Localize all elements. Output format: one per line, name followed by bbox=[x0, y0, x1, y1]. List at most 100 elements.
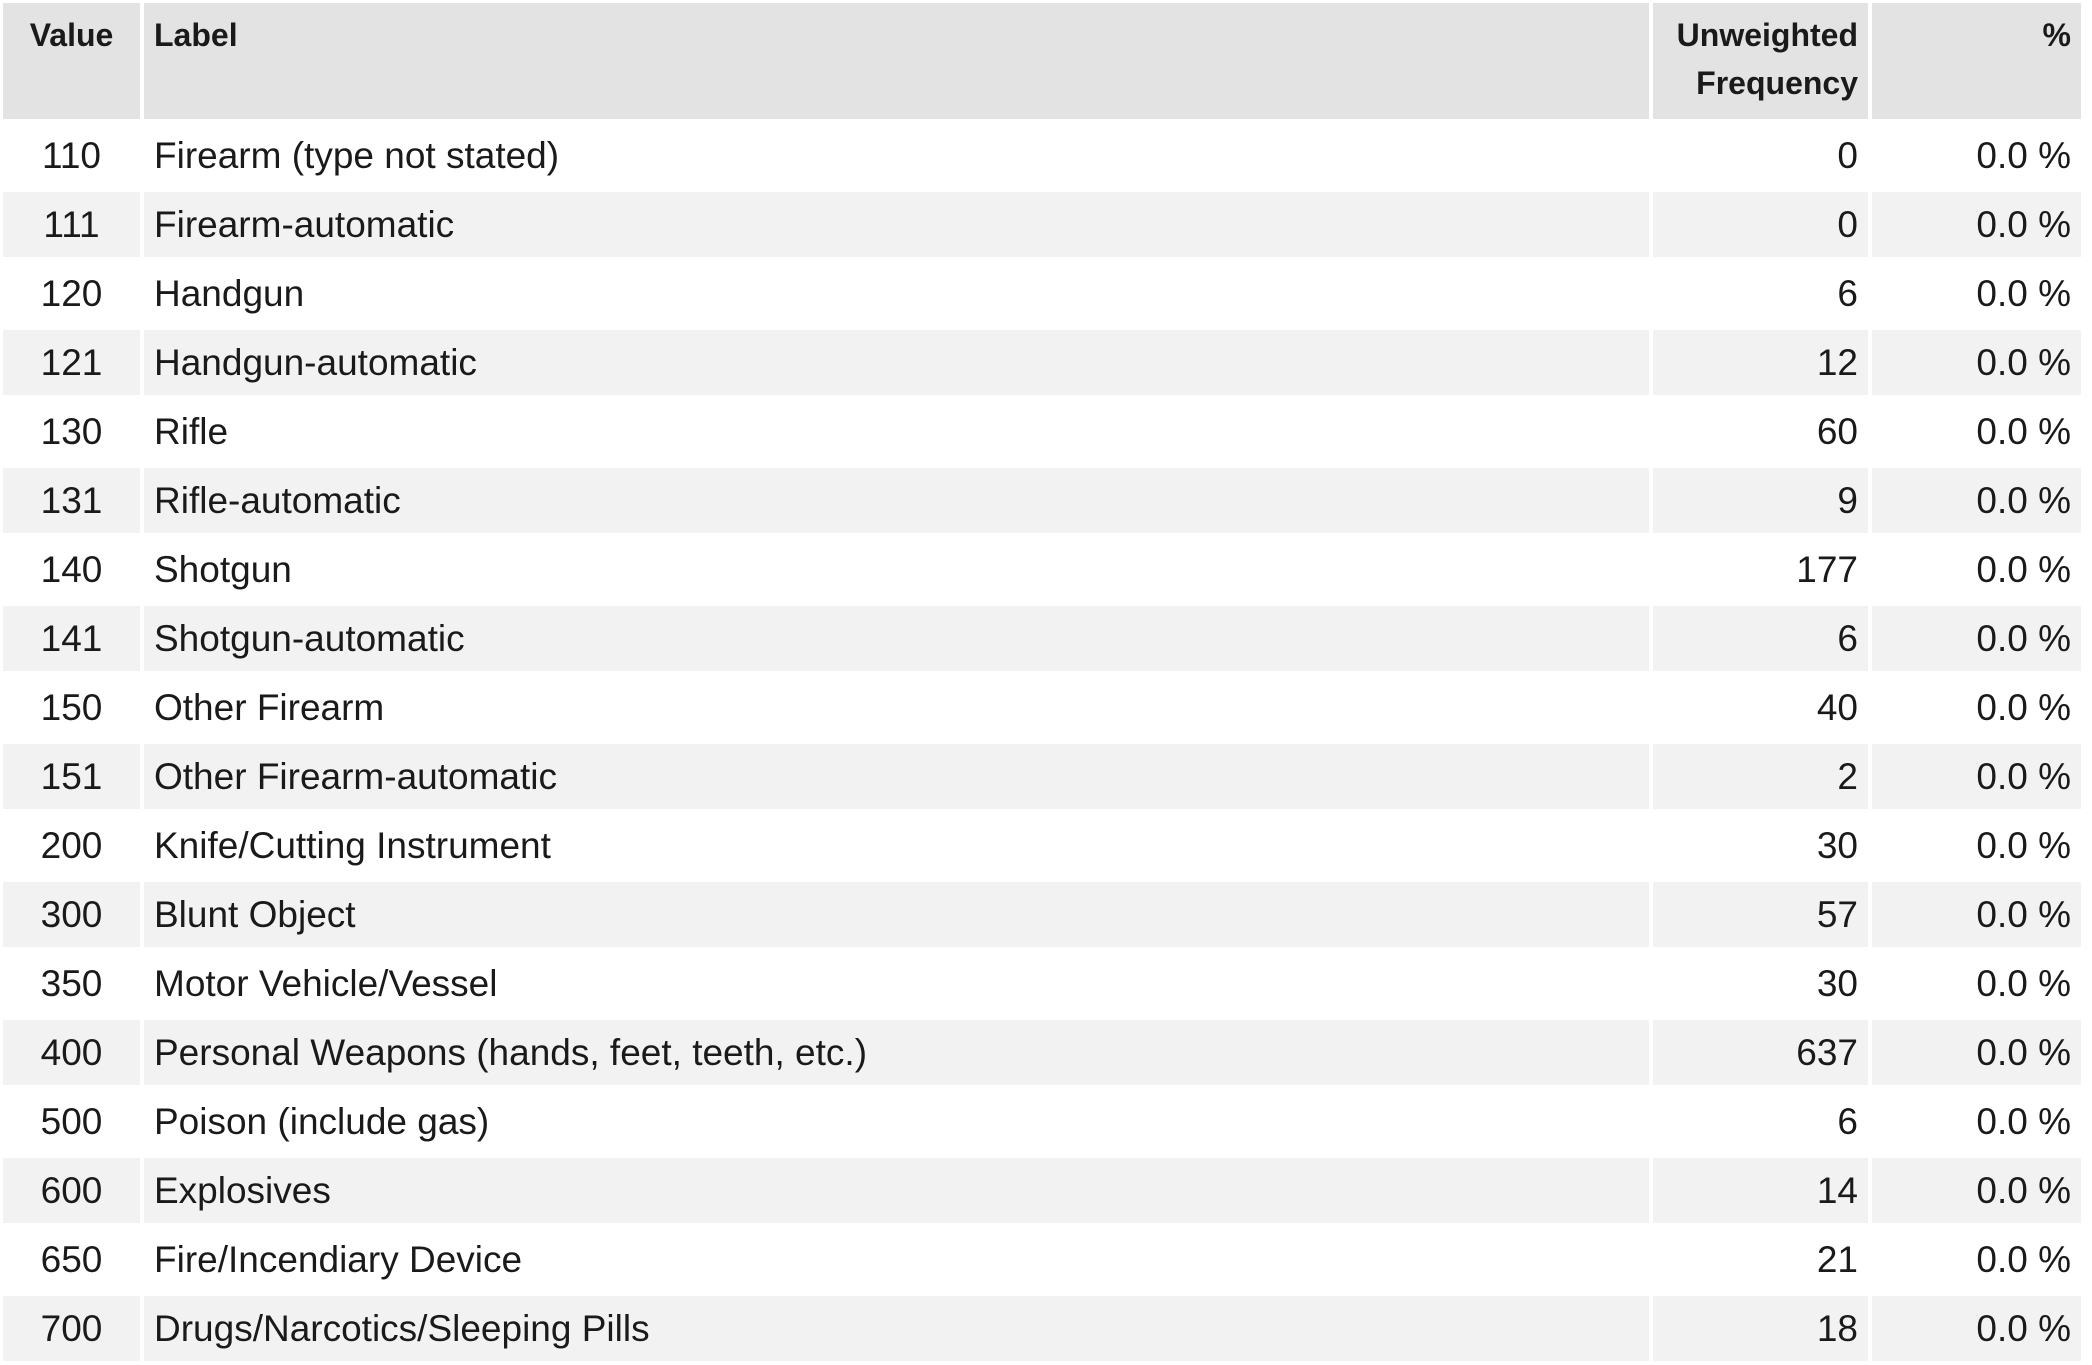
percent-cell: 0.0 % bbox=[1872, 1020, 2081, 1085]
frequency-table: Value Label Unweighted Frequency % 110 Fir… bbox=[0, 0, 2085, 1365]
table-row: 131 Rifle-automatic 9 0.0 % bbox=[3, 468, 2081, 533]
table-row: 111 Firearm-automatic 0 0.0 % bbox=[3, 192, 2081, 257]
label-cell: Shotgun bbox=[144, 537, 1649, 602]
label-cell: Personal Weapons (hands, feet, teeth, et… bbox=[144, 1020, 1649, 1085]
table-row: 150 Other Firearm 40 0.0 % bbox=[3, 675, 2081, 740]
percent-cell: 0.0 % bbox=[1872, 1089, 2081, 1154]
percent-cell: 0.0 % bbox=[1872, 330, 2081, 395]
label-cell: Firearm (type not stated) bbox=[144, 123, 1649, 188]
header-percent: % bbox=[1872, 3, 2081, 119]
label-cell: Blunt Object bbox=[144, 882, 1649, 947]
label-cell: Poison (include gas) bbox=[144, 1089, 1649, 1154]
table-row: 400 Personal Weapons (hands, feet, teeth,… bbox=[3, 1020, 2081, 1085]
label-cell: Shotgun-automatic bbox=[144, 606, 1649, 671]
table-row: 121 Handgun-automatic 12 0.0 % bbox=[3, 330, 2081, 395]
value-cell: 141 bbox=[3, 606, 140, 671]
header-row: Value Label Unweighted Frequency % bbox=[3, 3, 2081, 119]
value-cell: 500 bbox=[3, 1089, 140, 1154]
header-value: Value bbox=[3, 3, 140, 119]
frequency-cell: 9 bbox=[1653, 468, 1868, 533]
value-cell: 600 bbox=[3, 1158, 140, 1223]
percent-cell: 0.0 % bbox=[1872, 1227, 2081, 1292]
frequency-cell: 6 bbox=[1653, 261, 1868, 326]
table-row: 151 Other Firearm-automatic 2 0.0 % bbox=[3, 744, 2081, 809]
value-cell: 120 bbox=[3, 261, 140, 326]
table-row: 120 Handgun 6 0.0 % bbox=[3, 261, 2081, 326]
percent-cell: 0.0 % bbox=[1872, 192, 2081, 257]
frequency-cell: 6 bbox=[1653, 606, 1868, 671]
frequency-cell: 0 bbox=[1653, 192, 1868, 257]
frequency-cell: 57 bbox=[1653, 882, 1868, 947]
frequency-cell: 177 bbox=[1653, 537, 1868, 602]
header-label: Label bbox=[144, 3, 1649, 119]
header-frequency: Unweighted Frequency bbox=[1653, 3, 1868, 119]
table-row: 141 Shotgun-automatic 6 0.0 % bbox=[3, 606, 2081, 671]
label-cell: Explosives bbox=[144, 1158, 1649, 1223]
percent-cell: 0.0 % bbox=[1872, 1158, 2081, 1223]
header-frequency-line1: Unweighted bbox=[1676, 17, 1858, 53]
label-cell: Firearm-automatic bbox=[144, 192, 1649, 257]
percent-cell: 0.0 % bbox=[1872, 468, 2081, 533]
value-cell: 121 bbox=[3, 330, 140, 395]
label-cell: Rifle-automatic bbox=[144, 468, 1649, 533]
value-cell: 110 bbox=[3, 123, 140, 188]
value-cell: 650 bbox=[3, 1227, 140, 1292]
frequency-cell: 18 bbox=[1653, 1296, 1868, 1361]
label-cell: Rifle bbox=[144, 399, 1649, 464]
frequency-cell: 637 bbox=[1653, 1020, 1868, 1085]
table-row: 200 Knife/Cutting Instrument 30 0.0 % bbox=[3, 813, 2081, 878]
percent-cell: 0.0 % bbox=[1872, 675, 2081, 740]
frequency-cell: 0 bbox=[1653, 123, 1868, 188]
frequency-cell: 14 bbox=[1653, 1158, 1868, 1223]
value-cell: 700 bbox=[3, 1296, 140, 1361]
value-cell: 150 bbox=[3, 675, 140, 740]
frequency-cell: 30 bbox=[1653, 813, 1868, 878]
value-cell: 200 bbox=[3, 813, 140, 878]
percent-cell: 0.0 % bbox=[1872, 399, 2081, 464]
label-cell: Other Firearm-automatic bbox=[144, 744, 1649, 809]
table-row: 110 Firearm (type not stated) 0 0.0 % bbox=[3, 123, 2081, 188]
value-cell: 140 bbox=[3, 537, 140, 602]
value-cell: 111 bbox=[3, 192, 140, 257]
table-row: 300 Blunt Object 57 0.0 % bbox=[3, 882, 2081, 947]
frequency-cell: 6 bbox=[1653, 1089, 1868, 1154]
table-row: 600 Explosives 14 0.0 % bbox=[3, 1158, 2081, 1223]
value-cell: 300 bbox=[3, 882, 140, 947]
frequency-cell: 40 bbox=[1653, 675, 1868, 740]
table-row: 500 Poison (include gas) 6 0.0 % bbox=[3, 1089, 2081, 1154]
value-cell: 151 bbox=[3, 744, 140, 809]
frequency-cell: 21 bbox=[1653, 1227, 1868, 1292]
value-cell: 131 bbox=[3, 468, 140, 533]
table-header: Value Label Unweighted Frequency % bbox=[3, 3, 2081, 119]
percent-cell: 0.0 % bbox=[1872, 1296, 2081, 1361]
percent-cell: 0.0 % bbox=[1872, 882, 2081, 947]
frequency-cell: 60 bbox=[1653, 399, 1868, 464]
value-cell: 350 bbox=[3, 951, 140, 1016]
label-cell: Handgun bbox=[144, 261, 1649, 326]
percent-cell: 0.0 % bbox=[1872, 951, 2081, 1016]
value-cell: 130 bbox=[3, 399, 140, 464]
label-cell: Other Firearm bbox=[144, 675, 1649, 740]
table-body: 110 Firearm (type not stated) 0 0.0 % 111 Fir… bbox=[3, 123, 2081, 1361]
frequency-cell: 2 bbox=[1653, 744, 1868, 809]
label-cell: Handgun-automatic bbox=[144, 330, 1649, 395]
percent-cell: 0.0 % bbox=[1872, 813, 2081, 878]
frequency-cell: 30 bbox=[1653, 951, 1868, 1016]
value-cell: 400 bbox=[3, 1020, 140, 1085]
percent-cell: 0.0 % bbox=[1872, 744, 2081, 809]
label-cell: Motor Vehicle/Vessel bbox=[144, 951, 1649, 1016]
table-row: 650 Fire/Incendiary Device 21 0.0 % bbox=[3, 1227, 2081, 1292]
table-row: 700 Drugs/Narcotics/Sleeping Pills 18 0.0 % bbox=[3, 1296, 2081, 1361]
table-row: 140 Shotgun 177 0.0 % bbox=[3, 537, 2081, 602]
table-row: 130 Rifle 60 0.0 % bbox=[3, 399, 2081, 464]
percent-cell: 0.0 % bbox=[1872, 606, 2081, 671]
percent-cell: 0.0 % bbox=[1872, 537, 2081, 602]
header-frequency-line2: Frequency bbox=[1696, 65, 1858, 101]
percent-cell: 0.0 % bbox=[1872, 261, 2081, 326]
label-cell: Drugs/Narcotics/Sleeping Pills bbox=[144, 1296, 1649, 1361]
table-row: 350 Motor Vehicle/Vessel 30 0.0 % bbox=[3, 951, 2081, 1016]
label-cell: Knife/Cutting Instrument bbox=[144, 813, 1649, 878]
label-cell: Fire/Incendiary Device bbox=[144, 1227, 1649, 1292]
percent-cell: 0.0 % bbox=[1872, 123, 2081, 188]
frequency-cell: 12 bbox=[1653, 330, 1868, 395]
